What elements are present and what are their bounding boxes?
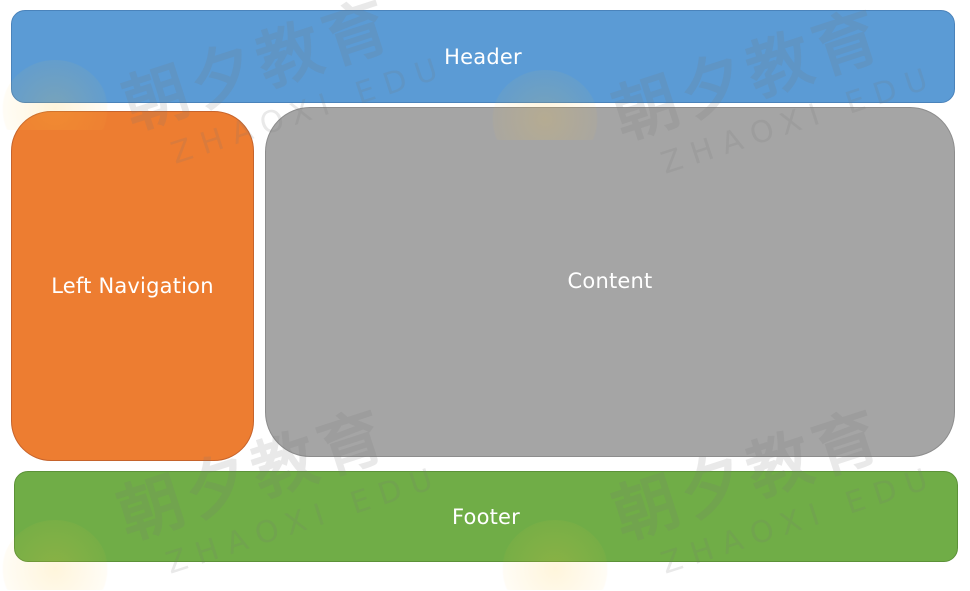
- left-navigation-label: Left Navigation: [51, 274, 214, 298]
- header-label: Header: [444, 44, 522, 69]
- left-navigation-block: Left Navigation: [11, 111, 254, 461]
- content-label: Content: [567, 269, 653, 293]
- footer-block: Footer: [14, 471, 958, 562]
- header-block: Header: [11, 10, 955, 103]
- footer-label: Footer: [451, 504, 520, 529]
- content-block: Content: [265, 107, 955, 457]
